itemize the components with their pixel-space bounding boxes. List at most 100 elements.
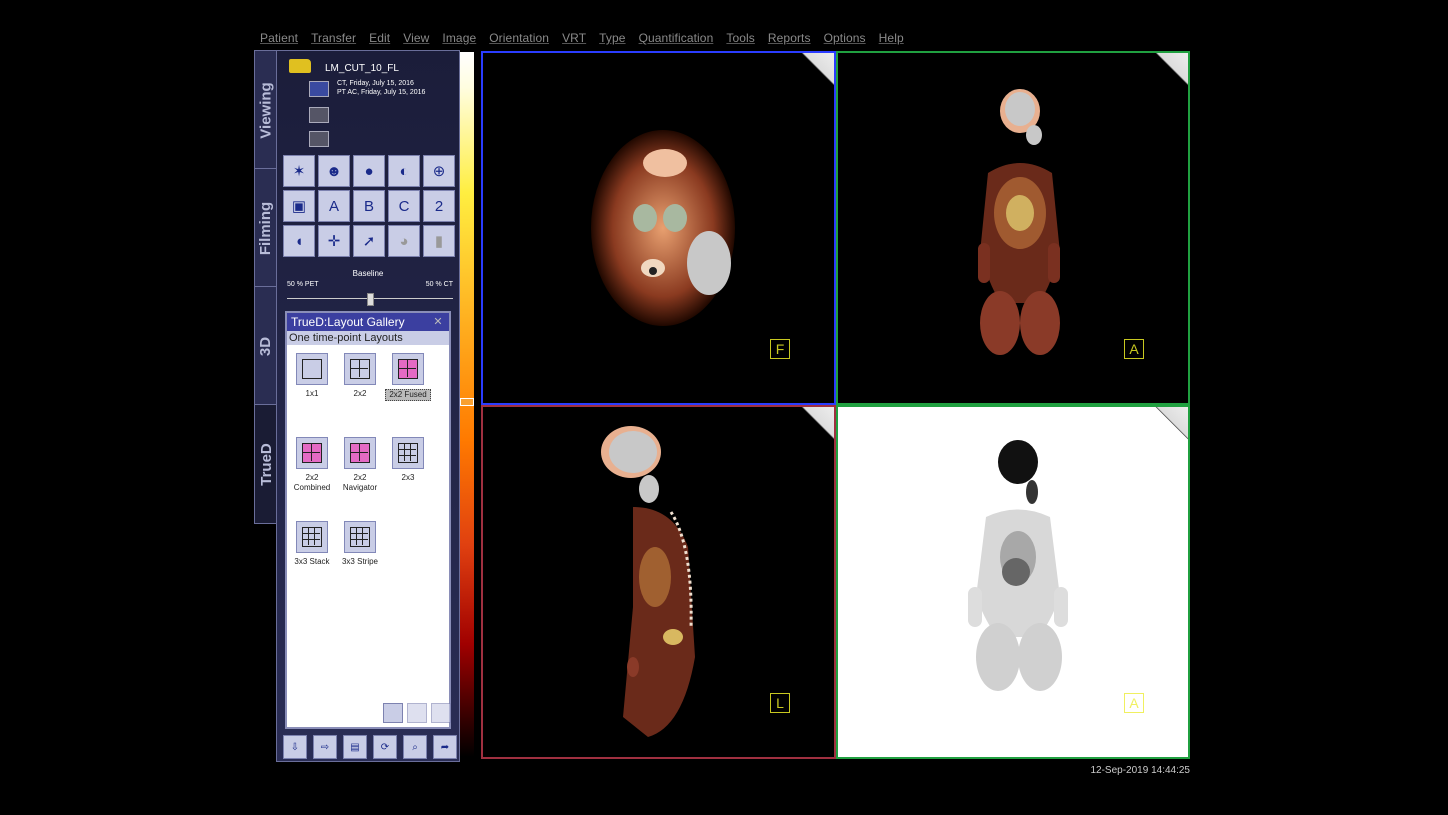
viewport-corner-icon[interactable] [801, 53, 834, 86]
layout-label: 2x2 Fused [385, 389, 431, 401]
tab-trued-label: TrueD [257, 442, 275, 486]
layout-3x3-stack[interactable]: 3x3 Stack [289, 521, 335, 567]
sun-a-icon[interactable]: A [318, 190, 350, 222]
tab-viewing[interactable]: Viewing [254, 50, 277, 170]
layout-2x3[interactable]: 2x3 [385, 437, 431, 483]
series-slot-icon[interactable] [309, 131, 329, 147]
series-pt-label: PT AC, Friday, July 15, 2016 [337, 89, 426, 96]
patient-browser: LM_CUT_10_FL CT, Friday, July 15, 2016 P… [285, 57, 455, 149]
menu-reports[interactable]: Reports [764, 31, 820, 49]
viewport-coronal-fused[interactable]: A [836, 51, 1190, 405]
tab-filming[interactable]: Filming [254, 168, 277, 288]
head-blue-icon[interactable]: ● [353, 155, 385, 187]
viewport-sagittal-fused[interactable]: L [481, 405, 836, 759]
menu-orientation[interactable]: Orientation [485, 31, 558, 49]
sun-2-icon[interactable]: 2 [423, 190, 455, 222]
layout-3x3-stack-icon [296, 521, 328, 553]
layout-1x1[interactable]: 1x1 [289, 353, 335, 399]
orientation-marker: A [1124, 339, 1144, 359]
layout-2x2-combined-icon [296, 437, 328, 469]
save-layout-icon[interactable] [407, 703, 427, 723]
layout-3x3-stripe[interactable]: 3x3 Stripe [337, 521, 383, 567]
ct-percent-label: 50 % CT [425, 281, 453, 288]
orientation-marker: A [1124, 693, 1144, 713]
globe-icon[interactable]: ⊕ [423, 155, 455, 187]
gallery-title: TrueD:Layout Gallery [291, 315, 405, 329]
control-panel: LM_CUT_10_FL CT, Friday, July 15, 2016 P… [276, 50, 460, 762]
close-icon[interactable]: ✕ [431, 315, 445, 329]
menu-quantification[interactable]: Quantification [635, 31, 723, 49]
viewport-mip[interactable]: A [836, 405, 1190, 759]
layout-label: 2x3 [401, 473, 415, 482]
gallery-footer-tools [383, 703, 451, 723]
menu-help[interactable]: Help [875, 31, 913, 49]
cross-target-icon[interactable]: ✛ [318, 225, 350, 257]
tab-filming-label: Filming [257, 201, 275, 255]
layout-2x2-navigator-icon [344, 437, 376, 469]
viewport-corner-icon[interactable] [801, 407, 834, 440]
layout-2x2[interactable]: 2x2 [337, 353, 383, 399]
layout-2x2-icon [344, 353, 376, 385]
layout-2x2-fused-icon [392, 353, 424, 385]
datetime-stamp: 12-Sep-2019 14:44:25 [1090, 765, 1190, 776]
menu-vrt[interactable]: VRT [558, 31, 595, 49]
crosshair-star-icon[interactable]: ✶ [283, 155, 315, 187]
menu-transfer[interactable]: Transfer [307, 31, 365, 49]
menu-image[interactable]: Image [438, 31, 485, 49]
menu-view[interactable]: View [399, 31, 438, 49]
tab-trued[interactable]: TrueD [254, 404, 277, 524]
sun-b-icon[interactable]: B [353, 190, 385, 222]
layout-2x2-fused[interactable]: 2x2 Fused [385, 353, 431, 401]
search-zoom-icon[interactable]: ⌕ [403, 735, 427, 759]
export-grid-icon[interactable]: ⇨ [313, 735, 337, 759]
series-ct-icon[interactable] [309, 81, 329, 97]
menu-tools[interactable]: Tools [722, 31, 764, 49]
arrow-cursor-icon[interactable]: ➚ [353, 225, 385, 257]
torso-gray-icon[interactable]: ▮ [423, 225, 455, 257]
orientation-marker: F [770, 339, 790, 359]
layout-label: 3x3 Stripe [341, 557, 379, 566]
delete-layout-icon[interactable] [431, 703, 451, 723]
layout-1x1-icon [296, 353, 328, 385]
layout-2x2-combined[interactable]: 2x2 Combined [289, 437, 335, 493]
send-icon[interactable]: ➦ [433, 735, 457, 759]
head-pointer-icon[interactable]: ☻ [318, 155, 350, 187]
head-side-icon[interactable]: ◐ [388, 155, 420, 187]
series-ct-label: CT, Friday, July 15, 2016 [337, 80, 414, 87]
tool-palette: ✶ ☻ ● ◐ ⊕ ▣ A B C 2 ◖ ✛ ➚ ◕ ▮ [283, 155, 455, 257]
sun-c-icon[interactable]: C [388, 190, 420, 222]
menu-patient[interactable]: Patient [256, 31, 307, 49]
viewport-axial-fused[interactable]: F [481, 51, 836, 405]
edit-layout-icon[interactable] [383, 703, 403, 723]
viewport-corner-icon[interactable] [1155, 53, 1188, 86]
series-slot-icon[interactable] [309, 107, 329, 123]
layout-label: 3x3 Stack [294, 557, 330, 566]
id-card-icon[interactable]: ▣ [283, 190, 315, 222]
layout-gallery: TrueD:Layout Gallery ✕ One time-point La… [285, 311, 451, 729]
layout-2x3-icon [392, 437, 424, 469]
face-profile-icon[interactable]: ◖ [283, 225, 315, 257]
layout-label: 1x1 [305, 389, 319, 398]
color-scale-handle[interactable] [460, 398, 474, 406]
menu-type[interactable]: Type [595, 31, 634, 49]
layout-3x3-stripe-icon [344, 521, 376, 553]
layout-label: 2x2 Navigator [342, 473, 378, 492]
rotate-icon[interactable]: ⟳ [373, 735, 397, 759]
tab-3d-label: 3D [257, 336, 275, 356]
orientation-marker: L [770, 693, 790, 713]
viewport-corner-icon[interactable] [1155, 407, 1188, 440]
film-icon[interactable]: ▤ [343, 735, 367, 759]
fusion-slider-thumb[interactable] [367, 293, 374, 306]
menu-options[interactable]: Options [820, 31, 875, 49]
layout-2x2-navigator[interactable]: 2x2 Navigator [337, 437, 383, 493]
layout-label: 2x2 [353, 389, 367, 398]
face-gray-icon[interactable]: ◕ [388, 225, 420, 257]
tab-3d[interactable]: 3D [254, 286, 277, 406]
menu-edit[interactable]: Edit [365, 31, 399, 49]
folder-icon[interactable] [289, 59, 311, 73]
import-icon[interactable]: ⇩ [283, 735, 307, 759]
layout-label: 2x2 Combined [293, 473, 331, 492]
gallery-subtitle: One time-point Layouts [287, 331, 449, 345]
baseline-label: Baseline [352, 269, 384, 278]
tab-viewing-label: Viewing [257, 81, 275, 139]
